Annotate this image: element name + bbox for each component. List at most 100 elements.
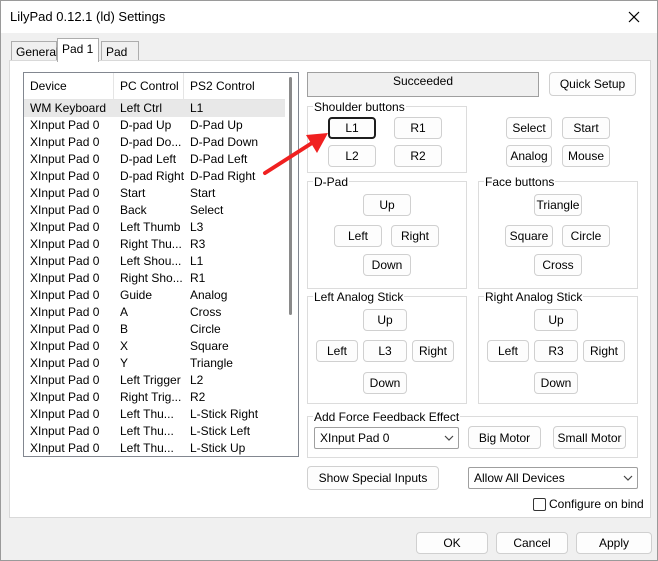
triangle-button[interactable]: Triangle — [534, 194, 582, 216]
r3-button[interactable]: R3 — [534, 340, 578, 362]
select-button[interactable]: Select — [506, 117, 552, 139]
ps2-control-cell: R1 — [190, 271, 206, 285]
ps2-control-cell: D-Pad Left — [190, 152, 248, 166]
table-row[interactable]: WM Keyboard Left Ctrl L1 — [24, 100, 285, 117]
table-row[interactable]: XInput Pad 0 B Circle — [24, 321, 285, 338]
cancel-button[interactable]: Cancel — [496, 532, 568, 554]
right-stick-up-button[interactable]: Up — [534, 309, 578, 331]
table-row[interactable]: XInput Pad 0 Left Trigger L2 — [24, 372, 285, 389]
small-motor-button[interactable]: Small Motor — [553, 426, 626, 449]
force-feedback-device-select[interactable]: XInput Pad 0 — [314, 427, 459, 449]
device-cell: XInput Pad 0 — [30, 305, 100, 319]
big-motor-button[interactable]: Big Motor — [468, 426, 541, 449]
face-buttons-title: Face buttons — [484, 175, 556, 189]
device-cell: XInput Pad 0 — [30, 169, 100, 183]
table-row[interactable]: XInput Pad 0 Left Thumb L3 — [24, 219, 285, 236]
table-row[interactable]: XInput Pad 0 D-pad Right D-Pad Right — [24, 168, 285, 185]
column-header-ps2-control[interactable]: PS2 Control — [184, 73, 285, 100]
apply-button[interactable]: Apply — [576, 532, 652, 554]
ps2-control-cell: Analog — [190, 288, 228, 302]
ps2-control-cell: Circle — [190, 322, 221, 336]
table-row[interactable]: XInput Pad 0 Right Trig... R2 — [24, 389, 285, 406]
dpad-left-button[interactable]: Left — [334, 225, 382, 247]
ps2-control-cell: R3 — [190, 237, 206, 251]
dpad-right-button[interactable]: Right — [391, 225, 439, 247]
device-cell: XInput Pad 0 — [30, 390, 100, 404]
left-stick-left-button[interactable]: Left — [316, 340, 358, 362]
left-stick-down-button[interactable]: Down — [363, 372, 407, 394]
start-button[interactable]: Start — [562, 117, 610, 139]
cross-button[interactable]: Cross — [534, 254, 582, 276]
pc-control-cell: Right Thu... — [120, 237, 182, 251]
ps2-control-cell: D-Pad Right — [190, 169, 256, 183]
l2-button[interactable]: L2 — [328, 145, 376, 167]
table-row[interactable]: XInput Pad 0 Left Thu... L-Stick Left — [24, 423, 285, 440]
ps2-control-cell: D-Pad Down — [190, 135, 259, 149]
right-stick-left-button[interactable]: Left — [487, 340, 529, 362]
show-special-inputs-button[interactable]: Show Special Inputs — [307, 466, 439, 490]
right-stick-title: Right Analog Stick — [484, 290, 584, 304]
left-stick-up-button[interactable]: Up — [363, 309, 407, 331]
bindings-list[interactable]: Device PC Control PS2 Control WM Keyboar… — [23, 72, 299, 457]
l3-button[interactable]: L3 — [363, 340, 407, 362]
table-row[interactable]: XInput Pad 0 A Cross — [24, 304, 285, 321]
table-row[interactable]: XInput Pad 0 Left Shou... L1 — [24, 253, 285, 270]
table-row[interactable]: XInput Pad 0 Start Start — [24, 185, 285, 202]
table-row[interactable]: XInput Pad 0 Right Sho... R1 — [24, 270, 285, 287]
table-row[interactable]: XInput Pad 0 Left Thu... L-Stick Up — [24, 440, 285, 456]
device-cell: XInput Pad 0 — [30, 441, 100, 455]
scrollbar-thumb[interactable] — [289, 77, 292, 315]
force-feedback-title: Add Force Feedback Effect — [313, 410, 461, 424]
table-row[interactable]: XInput Pad 0 Back Select — [24, 202, 285, 219]
configure-on-bind-checkbox[interactable] — [533, 498, 546, 511]
pc-control-cell: Right Trig... — [120, 390, 182, 404]
dpad-down-button[interactable]: Down — [363, 254, 411, 276]
title-bar: LilyPad 0.12.1 (ld) Settings — [1, 1, 657, 33]
chevron-down-icon — [444, 428, 454, 454]
table-row[interactable]: XInput Pad 0 X Square — [24, 338, 285, 355]
mouse-button[interactable]: Mouse — [562, 145, 610, 167]
tab-general[interactable]: General — [11, 41, 59, 62]
tab-pad-2[interactable]: Pad 2 — [101, 41, 139, 79]
tab-label: Pad 1 — [62, 42, 94, 56]
pc-control-cell: B — [120, 322, 129, 336]
device-cell: XInput Pad 0 — [30, 424, 100, 438]
right-stick-right-button[interactable]: Right — [583, 340, 625, 362]
square-button[interactable]: Square — [505, 225, 553, 247]
pc-control-cell: Y — [120, 356, 129, 370]
table-row[interactable]: XInput Pad 0 Guide Analog — [24, 287, 285, 304]
ps2-control-cell: Start — [190, 186, 216, 200]
close-button[interactable] — [611, 1, 657, 33]
ps2-control-cell: L3 — [190, 220, 204, 234]
ps2-control-cell: L-Stick Right — [190, 407, 259, 421]
device-cell: XInput Pad 0 — [30, 135, 100, 149]
device-filter-select[interactable]: Allow All Devices — [468, 467, 638, 489]
column-header-device[interactable]: Device — [24, 73, 114, 100]
left-stick-right-button[interactable]: Right — [412, 340, 454, 362]
ps2-control-cell: D-Pad Up — [190, 118, 243, 132]
pc-control-cell: Left Thu... — [120, 441, 174, 455]
table-row[interactable]: XInput Pad 0 Left Thu... L-Stick Right — [24, 406, 285, 423]
quick-setup-button[interactable]: Quick Setup — [549, 72, 636, 96]
table-row[interactable]: XInput Pad 0 D-pad Left D-Pad Left — [24, 151, 285, 168]
table-row[interactable]: XInput Pad 0 D-pad Do... D-Pad Down — [24, 134, 285, 151]
ok-button[interactable]: OK — [416, 532, 488, 554]
table-row[interactable]: XInput Pad 0 D-pad Up D-Pad Up — [24, 117, 285, 134]
l1-button[interactable]: L1 — [328, 117, 376, 139]
device-cell: XInput Pad 0 — [30, 322, 100, 336]
r2-button[interactable]: R2 — [394, 145, 442, 167]
tab-pad-1[interactable]: Pad 1 — [57, 38, 99, 62]
analog-button[interactable]: Analog — [506, 145, 552, 167]
device-cell: XInput Pad 0 — [30, 271, 100, 285]
circle-button[interactable]: Circle — [562, 225, 610, 247]
right-stick-down-button[interactable]: Down — [534, 372, 578, 394]
column-header-pc-control[interactable]: PC Control — [114, 73, 184, 100]
shoulder-buttons-title: Shoulder buttons — [313, 100, 406, 114]
r1-button[interactable]: R1 — [394, 117, 442, 139]
left-stick-title: Left Analog Stick — [313, 290, 405, 304]
table-row[interactable]: XInput Pad 0 Y Triangle — [24, 355, 285, 372]
list-scrollbar[interactable] — [286, 77, 296, 453]
dpad-up-button[interactable]: Up — [363, 194, 411, 216]
table-row[interactable]: XInput Pad 0 Right Thu... R3 — [24, 236, 285, 253]
device-cell: XInput Pad 0 — [30, 118, 100, 132]
